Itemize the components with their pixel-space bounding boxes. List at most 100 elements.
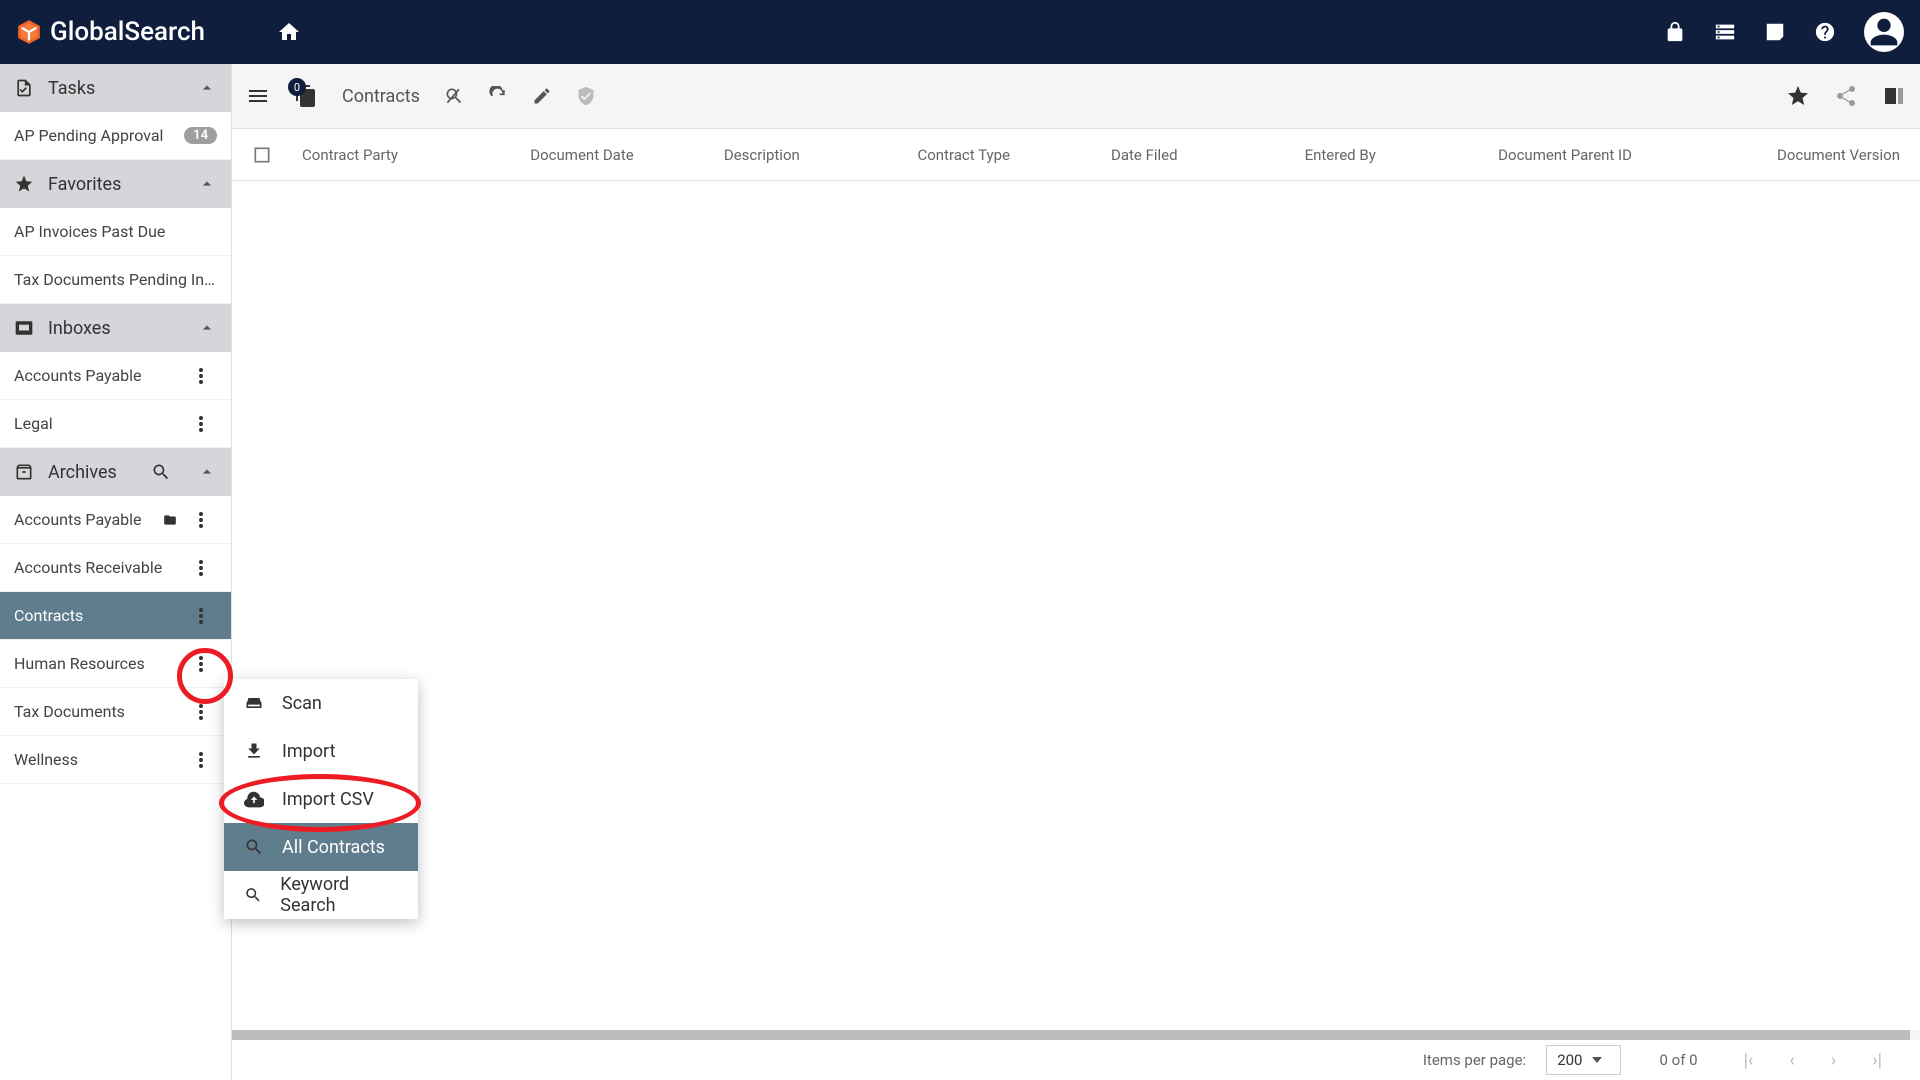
favorite-button[interactable] xyxy=(1786,84,1810,108)
sidebar-item-archive-ap[interactable]: Accounts Payable xyxy=(0,496,231,544)
search-off-button[interactable] xyxy=(444,86,464,106)
sidebar-item-ap-pending[interactable]: AP Pending Approval 14 xyxy=(0,112,231,160)
cloud-upload-icon xyxy=(244,789,264,809)
sidebar-item-inbox-legal[interactable]: Legal xyxy=(0,400,231,448)
context-menu: Scan Import Import CSV All Contracts Key… xyxy=(224,679,418,919)
panel-icon xyxy=(1882,84,1906,108)
share-button[interactable] xyxy=(1834,84,1858,108)
inboxes-label: Inboxes xyxy=(48,318,183,339)
checkbox-icon[interactable] xyxy=(252,145,272,165)
menu-item-scan[interactable]: Scan xyxy=(224,679,418,727)
docs-count-button[interactable]: 0 xyxy=(294,84,318,108)
account-icon xyxy=(1868,16,1900,48)
sidebar-section-inboxes[interactable]: Inboxes xyxy=(0,304,231,352)
home-button[interactable] xyxy=(277,20,301,44)
items-per-page-label: Items per page: xyxy=(1423,1051,1526,1069)
th-description[interactable]: Description xyxy=(714,146,908,164)
refresh-button[interactable] xyxy=(488,86,508,106)
sidebar-item-label: Accounts Payable xyxy=(14,510,151,529)
more-button[interactable] xyxy=(199,656,217,672)
sidebar-section-tasks[interactable]: Tasks xyxy=(0,64,231,112)
last-page-button[interactable]: ›| xyxy=(1864,1050,1890,1071)
edit-note-button[interactable] xyxy=(1764,21,1786,43)
tasks-icon xyxy=(14,78,34,98)
th-contract-party[interactable]: Contract Party xyxy=(292,146,520,164)
more-button[interactable] xyxy=(199,560,217,576)
sidebar-item-label: Contracts xyxy=(14,606,189,625)
archive-icon xyxy=(14,462,34,482)
more-vert-icon xyxy=(199,512,203,528)
more-button[interactable] xyxy=(199,752,217,768)
sidebar-item-archive-wellness[interactable]: Wellness xyxy=(0,736,231,784)
more-button[interactable] xyxy=(199,368,217,384)
more-button[interactable] xyxy=(199,416,217,432)
more-button[interactable] xyxy=(199,512,217,528)
lock-button[interactable] xyxy=(1664,21,1686,43)
th-date-filed[interactable]: Date Filed xyxy=(1101,146,1295,164)
account-button[interactable] xyxy=(1864,12,1904,52)
storage-button[interactable] xyxy=(1714,21,1736,43)
brand-text: GlobalSearch xyxy=(50,17,205,47)
table-header-row: Contract Party Document Date Description… xyxy=(232,129,1920,181)
star-icon xyxy=(1786,84,1810,108)
more-button[interactable] xyxy=(199,608,217,624)
page-size-select[interactable]: 200 xyxy=(1546,1045,1621,1075)
folder-icon xyxy=(161,513,179,527)
chevron-up-icon xyxy=(197,462,217,482)
search-icon[interactable] xyxy=(151,462,171,482)
menu-item-all-contracts[interactable]: All Contracts xyxy=(224,823,418,871)
th-contract-type[interactable]: Contract Type xyxy=(907,146,1101,164)
verify-icon xyxy=(576,86,596,106)
horizontal-scrollbar[interactable] xyxy=(232,1030,1920,1040)
prev-page-button[interactable]: ‹ xyxy=(1781,1050,1802,1071)
menu-item-label: Import CSV xyxy=(282,789,374,810)
favorites-label: Favorites xyxy=(48,174,183,195)
edit-button[interactable] xyxy=(532,86,552,106)
page-title: Contracts xyxy=(342,86,420,107)
home-icon xyxy=(277,20,301,44)
menu-item-import[interactable]: Import xyxy=(224,727,418,775)
menu-button[interactable] xyxy=(246,84,270,108)
sidebar-item-archive-hr[interactable]: Human Resources xyxy=(0,640,231,688)
sidebar-item-inbox-ap[interactable]: Accounts Payable xyxy=(0,352,231,400)
toolbar: 0 Contracts xyxy=(232,64,1920,128)
menu-icon xyxy=(246,84,270,108)
sidebar-item-archive-tax[interactable]: Tax Documents xyxy=(0,688,231,736)
menu-item-keyword-search[interactable]: Keyword Search xyxy=(224,871,418,919)
th-version[interactable]: Document Version xyxy=(1716,146,1920,164)
sidebar-item-label: Wellness xyxy=(14,750,189,769)
first-page-button[interactable]: |‹ xyxy=(1736,1050,1762,1071)
verify-button[interactable] xyxy=(576,86,596,106)
more-vert-icon xyxy=(199,752,203,768)
search-icon xyxy=(244,885,262,905)
menu-item-import-csv[interactable]: Import CSV xyxy=(224,775,418,823)
storage-icon xyxy=(1714,21,1736,43)
header-actions xyxy=(1664,12,1904,52)
sidebar-item-archive-ar[interactable]: Accounts Receivable xyxy=(0,544,231,592)
page-range: 0 of 0 xyxy=(1659,1051,1697,1069)
next-page-button[interactable]: › xyxy=(1823,1050,1844,1071)
logo-hex-icon xyxy=(16,19,42,45)
brand-logo[interactable]: GlobalSearch xyxy=(16,17,205,47)
share-icon xyxy=(1834,84,1858,108)
more-button[interactable] xyxy=(199,704,217,720)
th-parent-id[interactable]: Document Parent ID xyxy=(1488,146,1716,164)
inbox-icon xyxy=(14,318,34,338)
th-document-date[interactable]: Document Date xyxy=(520,146,714,164)
edit-note-icon xyxy=(1764,21,1786,43)
th-entered-by[interactable]: Entered By xyxy=(1295,146,1489,164)
sidebar-section-favorites[interactable]: Favorites xyxy=(0,160,231,208)
chevron-up-icon xyxy=(197,174,217,194)
sidebar-item-archive-contracts[interactable]: Contracts xyxy=(0,592,231,640)
lock-icon xyxy=(1664,21,1686,43)
sidebar-section-archives[interactable]: Archives xyxy=(0,448,231,496)
help-button[interactable] xyxy=(1814,21,1836,43)
refresh-icon xyxy=(488,86,508,106)
chevron-down-icon xyxy=(1592,1057,1602,1063)
help-icon xyxy=(1814,21,1836,43)
scrollbar-thumb[interactable] xyxy=(232,1030,1910,1040)
panel-button[interactable] xyxy=(1882,84,1906,108)
sidebar-item-label: Accounts Receivable xyxy=(14,558,189,577)
sidebar-item-tax-pending[interactable]: Tax Documents Pending Inde… xyxy=(0,256,231,304)
sidebar-item-ap-past-due[interactable]: AP Invoices Past Due xyxy=(0,208,231,256)
